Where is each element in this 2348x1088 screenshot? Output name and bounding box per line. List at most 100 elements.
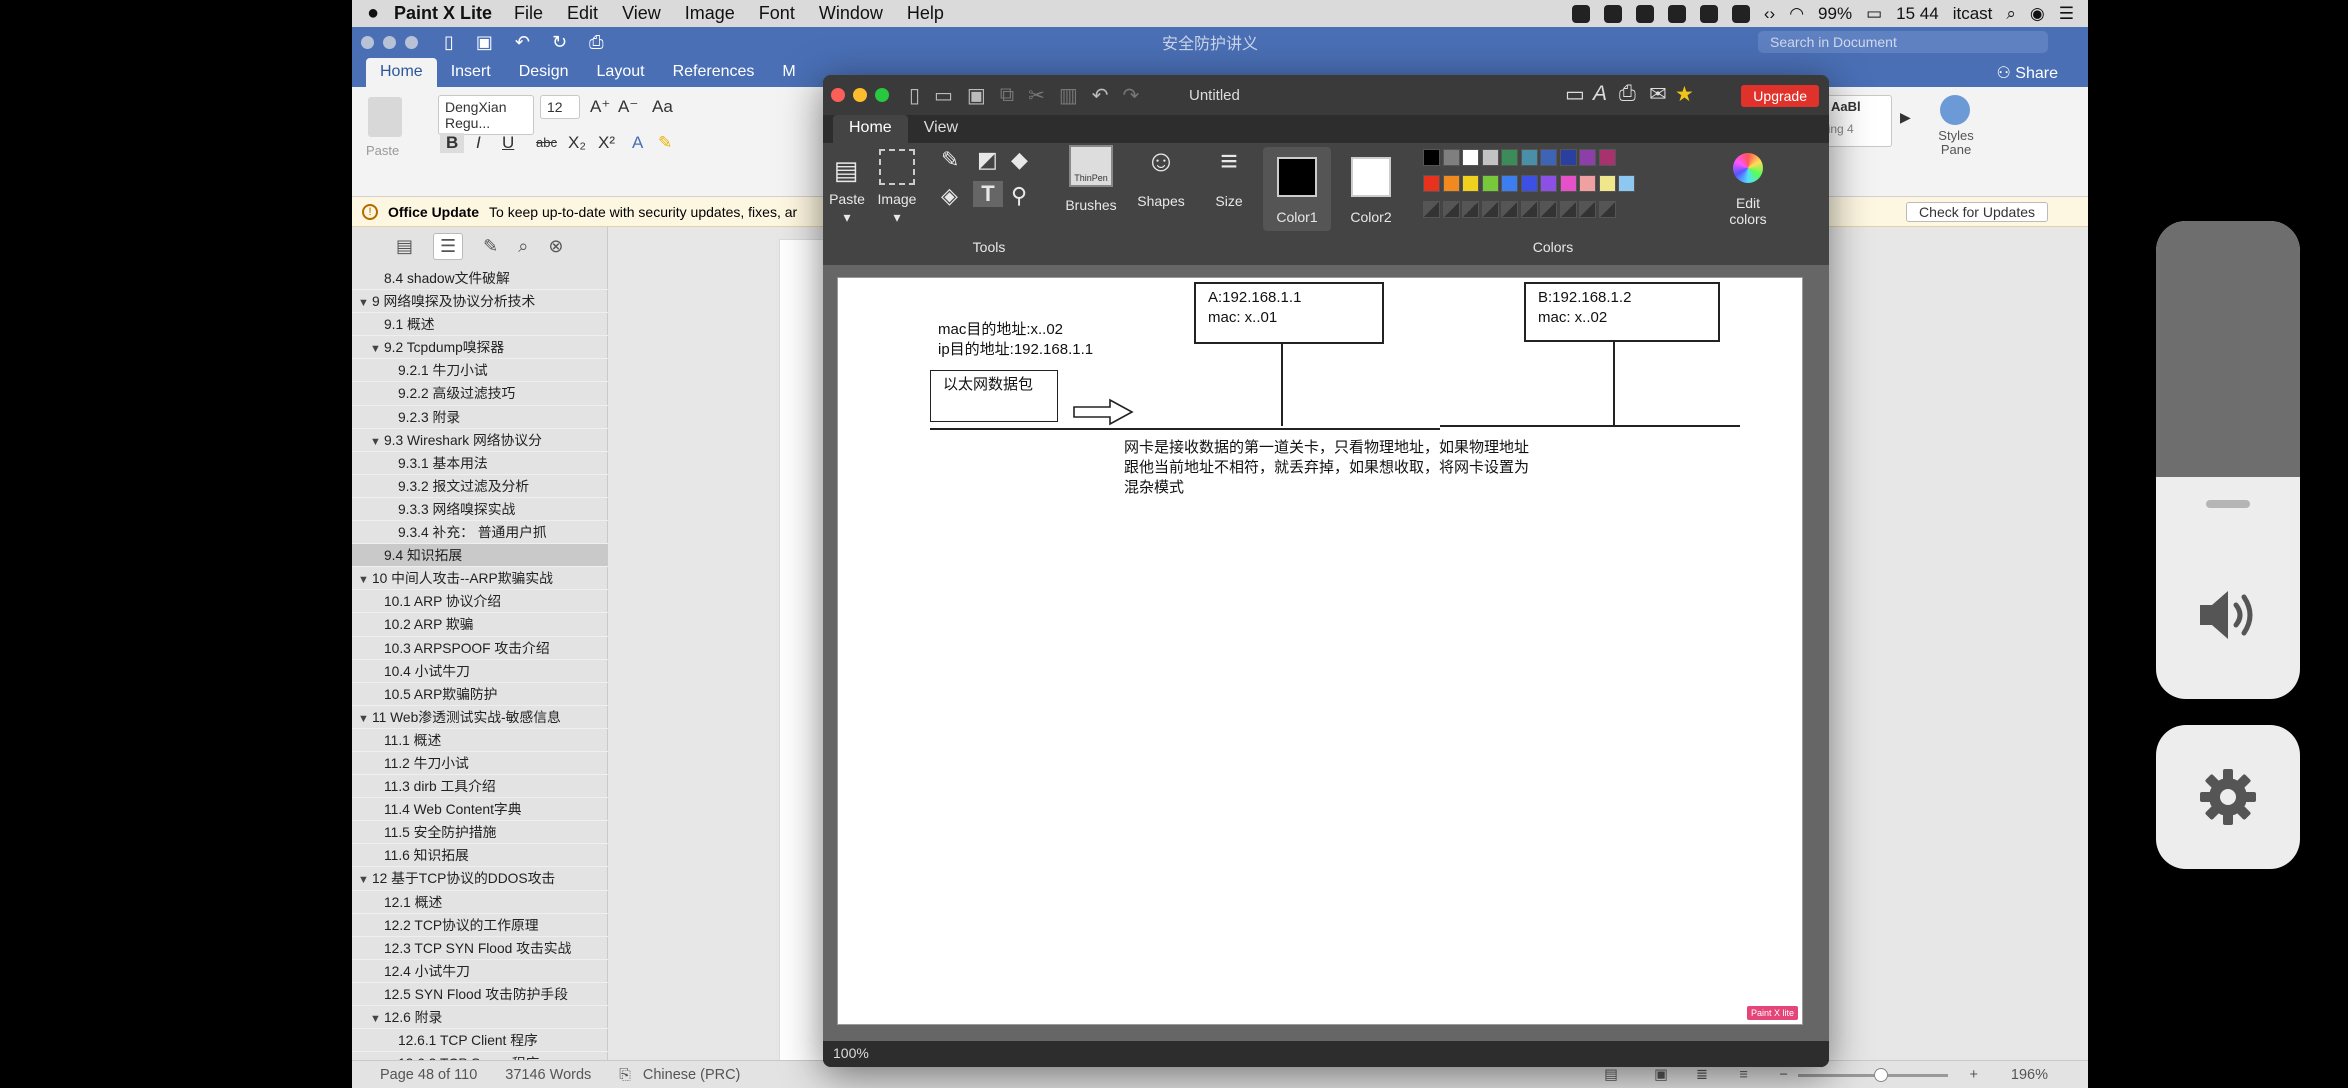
- underline-button[interactable]: U: [502, 133, 514, 153]
- nav-outline-item[interactable]: ▼ 12 基于TCP协议的DDOS攻击: [352, 867, 608, 891]
- nav-outline-item[interactable]: 9.1 概述: [352, 313, 608, 337]
- color2-slot[interactable]: Color2: [1337, 147, 1405, 231]
- open-file-icon[interactable]: ▭: [934, 83, 953, 108]
- brush-preview[interactable]: ThinPen: [1069, 145, 1113, 187]
- nav-outline-item[interactable]: ▼ 11 Web渗透测试实战-敏感信息: [352, 706, 608, 729]
- notification-center-icon[interactable]: ☰: [2059, 4, 2074, 24]
- language[interactable]: Chinese (PRC): [643, 1067, 741, 1083]
- siri-icon[interactable]: ◉: [2030, 4, 2045, 24]
- palette-swatch[interactable]: [1559, 175, 1577, 192]
- collapse-triangle-icon[interactable]: ▼: [370, 338, 384, 358]
- drawing-canvas[interactable]: A:192.168.1.1 mac: x..01 B:192.168.1.2 m…: [837, 277, 1803, 1025]
- tray-app-icon[interactable]: [1699, 4, 1718, 23]
- menu-window[interactable]: Window: [819, 3, 883, 24]
- fill-tool-icon[interactable]: ◆: [1011, 147, 1028, 173]
- canvas-zoom-level[interactable]: 100%: [833, 1045, 869, 1061]
- nav-outline-item[interactable]: 11.3 dirb 工具介绍: [352, 775, 608, 799]
- nav-outline-item[interactable]: 12.2 TCP协议的工作原理: [352, 914, 608, 937]
- zoom-slider[interactable]: [1798, 1068, 1948, 1082]
- nav-outline-item[interactable]: 11.4 Web Content字典: [352, 798, 608, 822]
- color1-slot[interactable]: Color1: [1263, 147, 1331, 231]
- collapse-triangle-icon[interactable]: ▼: [358, 869, 372, 889]
- check-for-updates-button[interactable]: Check for Updates: [1906, 202, 2048, 222]
- nav-outline-item[interactable]: 11.5 安全防护措施: [352, 821, 608, 845]
- font-name-select[interactable]: DengXian Regu...: [438, 95, 534, 135]
- palette-custom-swatch[interactable]: [1520, 201, 1538, 218]
- paint-tab-home[interactable]: Home: [833, 115, 908, 143]
- zoom-window-button[interactable]: [405, 35, 418, 49]
- palette-swatch[interactable]: [1579, 175, 1596, 192]
- redo-icon[interactable]: ↷: [1123, 83, 1140, 108]
- nav-outline-item[interactable]: 12.4 小试牛刀: [352, 960, 608, 983]
- page-count[interactable]: Page 48 of 110: [380, 1067, 477, 1083]
- paste-label[interactable]: Paste: [827, 191, 867, 207]
- battery-icon[interactable]: ▭: [1866, 4, 1882, 24]
- palette-custom-swatch[interactable]: [1423, 201, 1440, 218]
- menu-file[interactable]: File: [514, 3, 543, 24]
- new-file-icon[interactable]: ▯: [909, 83, 920, 108]
- palette-swatch[interactable]: [1618, 175, 1635, 192]
- tab-layout[interactable]: Layout: [583, 58, 659, 87]
- proofing-icon[interactable]: ⎘: [619, 1067, 631, 1083]
- outline-view-icon[interactable]: ≣: [1696, 1067, 1708, 1083]
- document-map-icon[interactable]: ☰: [433, 232, 464, 260]
- palette-swatch[interactable]: [1462, 149, 1479, 166]
- palette-swatch[interactable]: [1442, 175, 1460, 192]
- nav-outline-item[interactable]: 9.4 知识拓展: [352, 544, 608, 568]
- spotlight-icon[interactable]: ⌕: [2006, 4, 2016, 24]
- nav-outline-item[interactable]: 11.2 牛刀小试: [352, 752, 608, 776]
- share-button[interactable]: ⚇ Share: [1997, 63, 2059, 83]
- close-pane-icon[interactable]: ⊗: [548, 236, 563, 257]
- palette-swatch[interactable]: [1598, 149, 1616, 166]
- tab-insert[interactable]: Insert: [437, 58, 505, 87]
- nav-outline-item[interactable]: ▼ 10 中间人攻击--ARP欺骗实战: [352, 567, 608, 591]
- nav-outline-item[interactable]: 11.6 知识拓展: [352, 844, 608, 868]
- thumbnails-icon[interactable]: ▤: [396, 236, 413, 257]
- palette-swatch[interactable]: [1520, 175, 1538, 192]
- print-icon[interactable]: ⎙: [589, 32, 603, 53]
- clock[interactable]: 15 44: [1896, 4, 1939, 24]
- print-layout-icon[interactable]: ▤: [1604, 1067, 1618, 1083]
- palette-swatch[interactable]: [1481, 149, 1499, 166]
- palette-custom-swatch[interactable]: [1559, 201, 1577, 218]
- palette-swatch[interactable]: [1423, 175, 1440, 192]
- tab-home[interactable]: Home: [366, 58, 437, 87]
- palette-swatch[interactable]: [1559, 149, 1577, 166]
- menu-view[interactable]: View: [622, 3, 661, 24]
- nav-outline-item[interactable]: ▼ 9.3 Wireshark 网络协议分: [352, 429, 608, 452]
- collapse-triangle-icon[interactable]: ▼: [370, 431, 384, 451]
- nav-outline-item[interactable]: 9.2.3 附录: [352, 406, 608, 429]
- sidebar-toggle-icon[interactable]: ▯: [444, 32, 454, 53]
- color-picker-icon[interactable]: ⚲: [1011, 183, 1027, 209]
- nav-outline-item[interactable]: ▼ 9 网络嗅探及协议分析技术: [352, 290, 608, 314]
- palette-custom-swatch[interactable]: [1442, 201, 1460, 218]
- text-tool-icon[interactable]: T: [973, 181, 1003, 207]
- italic-button[interactable]: I: [476, 133, 481, 153]
- styles-pane-icon[interactable]: [1940, 95, 1970, 125]
- paste-icon[interactable]: [368, 97, 402, 137]
- nav-outline-item[interactable]: 10.5 ARP欺骗防护: [352, 683, 608, 706]
- nav-outline-item[interactable]: 12.3 TCP SYN Flood 攻击实战: [352, 937, 608, 960]
- mail-icon[interactable]: ✉: [1649, 82, 1667, 107]
- word-count[interactable]: 37146 Words: [505, 1067, 591, 1083]
- search-icon[interactable]: ⌕: [518, 236, 528, 257]
- nav-outline-item[interactable]: 9.2.1 牛刀小试: [352, 359, 608, 383]
- cut-icon[interactable]: ✂: [1028, 83, 1045, 108]
- tab-mailings[interactable]: M: [768, 58, 809, 87]
- palette-swatch[interactable]: [1442, 149, 1460, 166]
- font-icon[interactable]: A: [1593, 82, 1607, 106]
- redo-icon[interactable]: ↻: [552, 32, 567, 53]
- palette-swatch[interactable]: [1501, 149, 1518, 166]
- palette-swatch[interactable]: [1501, 175, 1518, 192]
- shrink-font-icon[interactable]: A⁻: [618, 97, 638, 117]
- nav-outline-item[interactable]: 10.1 ARP 协议介绍: [352, 590, 608, 614]
- zoom-slider-knob[interactable]: [1874, 1068, 1888, 1082]
- superscript-button[interactable]: X²: [598, 133, 615, 153]
- tray-app-icon[interactable]: [1603, 4, 1622, 23]
- volume-slider-handle[interactable]: [2206, 500, 2250, 508]
- code-icon[interactable]: ‹›: [1764, 4, 1775, 24]
- minimize-window-button[interactable]: [383, 35, 396, 49]
- paint-close-button[interactable]: [831, 88, 845, 102]
- fullscreen-icon[interactable]: ▭: [1565, 82, 1585, 107]
- tray-app-icon[interactable]: [1667, 4, 1686, 23]
